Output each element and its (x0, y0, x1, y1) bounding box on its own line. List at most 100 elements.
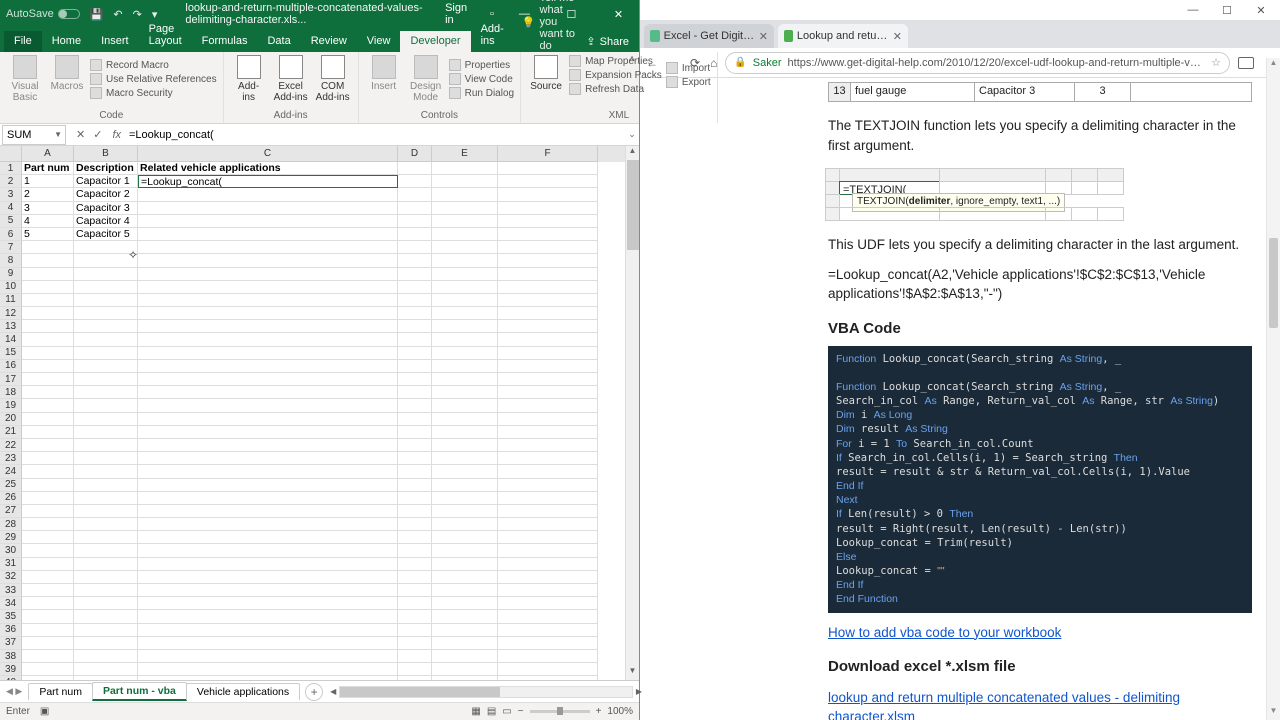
cell[interactable] (498, 571, 598, 584)
cell[interactable] (74, 492, 138, 505)
cell[interactable] (498, 307, 598, 320)
excel-addins-button[interactable]: Excel Add-ins (272, 55, 310, 103)
cell[interactable] (432, 320, 498, 333)
formula-bar[interactable]: =Lookup_concat( (127, 129, 625, 141)
cell[interactable] (138, 215, 398, 228)
cell[interactable] (74, 479, 138, 492)
cell[interactable] (432, 426, 498, 439)
cell[interactable] (22, 518, 74, 531)
cell[interactable] (398, 663, 432, 676)
source-button[interactable]: Source (527, 55, 565, 95)
cell[interactable] (74, 373, 138, 386)
addins-button[interactable]: Add- ins (230, 55, 268, 103)
cell[interactable] (398, 518, 432, 531)
cell[interactable] (398, 531, 432, 544)
cell[interactable] (138, 413, 398, 426)
cell[interactable] (74, 386, 138, 399)
cell[interactable] (22, 544, 74, 557)
cell[interactable] (498, 320, 598, 333)
cell[interactable] (398, 307, 432, 320)
collapse-ribbon-icon[interactable]: ˄ (629, 54, 635, 65)
row-header[interactable]: 9 (0, 268, 22, 281)
cell[interactable] (432, 188, 498, 201)
cell[interactable] (138, 360, 398, 373)
cell[interactable] (138, 228, 398, 241)
view-pagelayout-icon[interactable]: ▤ (487, 706, 496, 717)
enter-formula-button[interactable]: ✓ (93, 128, 102, 141)
cell[interactable] (432, 175, 498, 188)
cell[interactable] (138, 479, 398, 492)
row-header[interactable]: 35 (0, 610, 22, 623)
cell[interactable] (22, 399, 74, 412)
cell[interactable] (498, 558, 598, 571)
cell[interactable] (22, 505, 74, 518)
cell[interactable] (432, 215, 498, 228)
cell[interactable] (498, 202, 598, 215)
row-header[interactable]: 15 (0, 347, 22, 360)
cell[interactable] (498, 228, 598, 241)
cell[interactable] (74, 558, 138, 571)
autosave-toggle[interactable]: AutoSave (6, 8, 80, 20)
row-header[interactable]: 33 (0, 584, 22, 597)
cell[interactable] (74, 281, 138, 294)
cell[interactable] (138, 202, 398, 215)
vertical-scrollbar[interactable]: ▲ ▼ (625, 146, 639, 680)
select-all-corner[interactable] (0, 146, 22, 162)
name-box[interactable]: SUM▼ (2, 125, 66, 145)
sheet-tab[interactable]: Part num (28, 683, 93, 700)
cell[interactable] (74, 637, 138, 650)
cell[interactable] (432, 413, 498, 426)
cell[interactable] (398, 479, 432, 492)
cell[interactable] (432, 571, 498, 584)
cell[interactable] (22, 268, 74, 281)
scroll-down-icon[interactable]: ▼ (1267, 706, 1280, 720)
page-scrollbar[interactable]: ▲ ▼ (1266, 58, 1280, 720)
cell[interactable] (432, 373, 498, 386)
cell[interactable] (398, 492, 432, 505)
cell[interactable] (498, 373, 598, 386)
relative-refs-button[interactable]: Use Relative References (90, 73, 217, 85)
cell[interactable]: Description (74, 162, 138, 175)
close-button[interactable]: ✕ (1244, 0, 1278, 20)
row-header[interactable]: 14 (0, 333, 22, 346)
scrollbar-thumb[interactable] (1269, 238, 1278, 328)
cell[interactable] (398, 347, 432, 360)
cell[interactable] (22, 465, 74, 478)
cell[interactable] (138, 281, 398, 294)
cell[interactable] (22, 333, 74, 346)
cell[interactable] (432, 439, 498, 452)
cell[interactable] (398, 571, 432, 584)
cell[interactable]: 1 (22, 175, 74, 188)
row-header[interactable]: 4 (0, 202, 22, 215)
tab-home[interactable]: Home (42, 31, 91, 52)
row-header[interactable]: 32 (0, 571, 22, 584)
cell[interactable] (398, 465, 432, 478)
cell[interactable] (22, 386, 74, 399)
cell[interactable] (398, 505, 432, 518)
cell[interactable] (498, 347, 598, 360)
row-header[interactable]: 24 (0, 465, 22, 478)
cell[interactable] (398, 439, 432, 452)
cell[interactable] (498, 175, 598, 188)
cell[interactable] (138, 373, 398, 386)
scrollbar-thumb[interactable] (340, 687, 500, 697)
cell[interactable] (138, 558, 398, 571)
cell[interactable] (432, 676, 498, 680)
cell[interactable] (398, 333, 432, 346)
col-header[interactable]: F (498, 146, 598, 162)
browser-tab-active[interactable]: Lookup and return multi... ✕ (778, 24, 908, 48)
cell[interactable] (22, 571, 74, 584)
cell[interactable] (22, 637, 74, 650)
row-header[interactable]: 17 (0, 373, 22, 386)
cell[interactable] (432, 241, 498, 254)
cell[interactable]: =Lookup_concat( (138, 175, 398, 188)
cell[interactable] (138, 268, 398, 281)
cell[interactable] (22, 294, 74, 307)
cell[interactable] (22, 439, 74, 452)
cell[interactable]: 4 (22, 215, 74, 228)
cell[interactable] (138, 347, 398, 360)
cell[interactable] (74, 650, 138, 663)
cell[interactable] (22, 426, 74, 439)
col-header[interactable]: A (22, 146, 74, 162)
maximize-button[interactable]: ☐ (1210, 0, 1244, 20)
